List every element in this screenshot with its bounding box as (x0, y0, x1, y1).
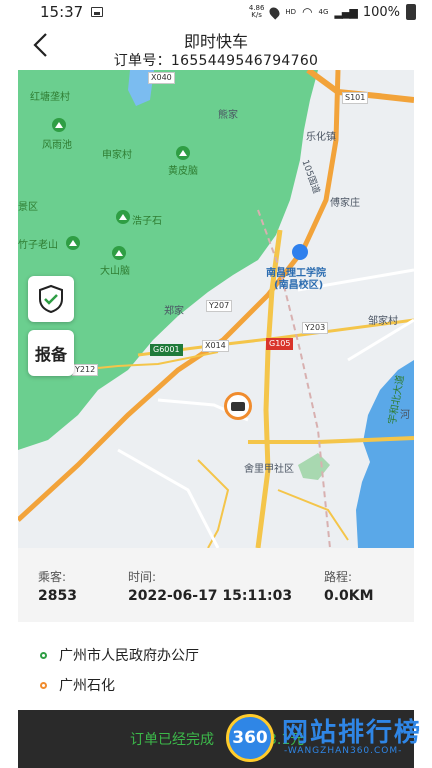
network-speed: 4.86 K/s (249, 5, 265, 19)
map-label-dashannao: 大山脑 (100, 266, 130, 277)
road-badge-x014: X014 (202, 340, 229, 352)
distance-label: 路程: (324, 570, 353, 584)
map-label-shelijia: 舍里甲社区 (244, 464, 294, 475)
safety-shield-button[interactable] (28, 276, 74, 322)
time-value: 2022-06-17 15:11:03 (128, 588, 293, 604)
map-label-scenic: 景区 (18, 202, 38, 213)
status-bar: 15:37 4.86 K/s HD ◠ 4G ▂▄▆ 100% (0, 0, 432, 24)
location-icon (267, 4, 282, 20)
order-number: 订单号：1655449546794760 (113, 53, 319, 69)
passenger-label: 乘客: (38, 570, 67, 584)
mountain-icon (176, 146, 190, 160)
end-dot-icon (40, 681, 47, 689)
start-address: 广州市人民政府办公厅 (59, 648, 199, 664)
map-label-zhengjia: 郑家 (164, 306, 184, 317)
start-address-row: 广州市人民政府办公厅 (40, 645, 199, 665)
university-icon (292, 244, 308, 260)
speed-unit: K/s (251, 11, 262, 19)
header: 即时快车 订单号：1655449546794760 (0, 26, 432, 70)
map-label-lehuazhen: 乐化镇 (306, 132, 336, 143)
wifi-icon: ◠ (302, 5, 313, 19)
map-label-hongtangdou: 红塘垄村 (30, 92, 70, 103)
map-label-he: 河 (400, 410, 410, 421)
road-badge-s101: S101 (342, 92, 369, 104)
map-label-zoujiacun: 邹家村 (368, 316, 398, 327)
mountain-icon (112, 246, 126, 260)
battery-percent: 100% (362, 4, 400, 20)
gallery-icon (91, 7, 104, 17)
mountain-icon (52, 118, 66, 132)
page-title: 即时快车 (183, 32, 248, 51)
car-icon (231, 401, 245, 411)
watermark-title: 网站排行榜 (282, 718, 423, 748)
road-badge-g105: G105 (266, 338, 294, 350)
watermark-logo: 360 (226, 714, 274, 762)
time-label: 时间: (128, 570, 157, 584)
road-badge-x040: X040 (148, 72, 175, 84)
battery-icon (406, 4, 416, 20)
watermark: 360 网站排行榜 -WANGZHAN360.COM- (226, 712, 432, 768)
mountain-icon (116, 210, 130, 224)
network-type: 4G (318, 8, 329, 16)
report-button[interactable]: 报备 (28, 330, 74, 376)
signal-icon: ▂▄▆ (334, 5, 357, 19)
road-badge-y212: Y212 (72, 364, 99, 376)
end-address: 广州石化 (59, 678, 115, 694)
map-label-shenjiacun: 申家村 (102, 150, 132, 161)
watermark-subtitle: -WANGZHAN360.COM- (284, 746, 403, 756)
order-status-text: 订单已经完成 (130, 732, 214, 748)
status-right-group: 4.86 K/s HD ◠ 4G ▂▄▆ 100% (249, 4, 416, 20)
road-badge-g6001: G6001 (150, 344, 183, 356)
road-badge-y207: Y207 (206, 300, 233, 312)
map-label-huangpinao: 黄皮脑 (168, 166, 198, 177)
map-label-xiongjia: 熊家 (218, 110, 238, 121)
road-badge-y203: Y203 (302, 322, 329, 334)
map-label-haozishi: 浩子石 (132, 216, 162, 227)
distance-value: 0.0KM (324, 588, 374, 604)
start-dot-icon (40, 651, 47, 659)
map-view[interactable]: 红塘垄村 熊家 风雨池 申家村 黄皮脑 乐化镇 傅家庄 景区 浩子石 竹子老山 … (18, 70, 414, 548)
map-label-fujiazhuang: 傅家庄 (330, 198, 360, 209)
trip-info-panel: 乘客: 2853 时间: 2022-06-17 15:11:03 路程: 0.0… (18, 548, 414, 622)
car-marker (224, 392, 252, 420)
map-label-university-campus: (南昌校区) (274, 280, 324, 291)
shield-check-icon (39, 284, 63, 314)
status-time: 15:37 (40, 3, 84, 21)
hd-badge: HD (285, 8, 297, 16)
mountain-icon (66, 236, 80, 250)
map-label-fengyuchi: 风雨池 (42, 140, 72, 151)
end-address-row: 广州石化 (40, 675, 115, 695)
map-label-zhuzilaoshan: 竹子老山 (18, 240, 58, 251)
passenger-value: 2853 (38, 588, 77, 604)
